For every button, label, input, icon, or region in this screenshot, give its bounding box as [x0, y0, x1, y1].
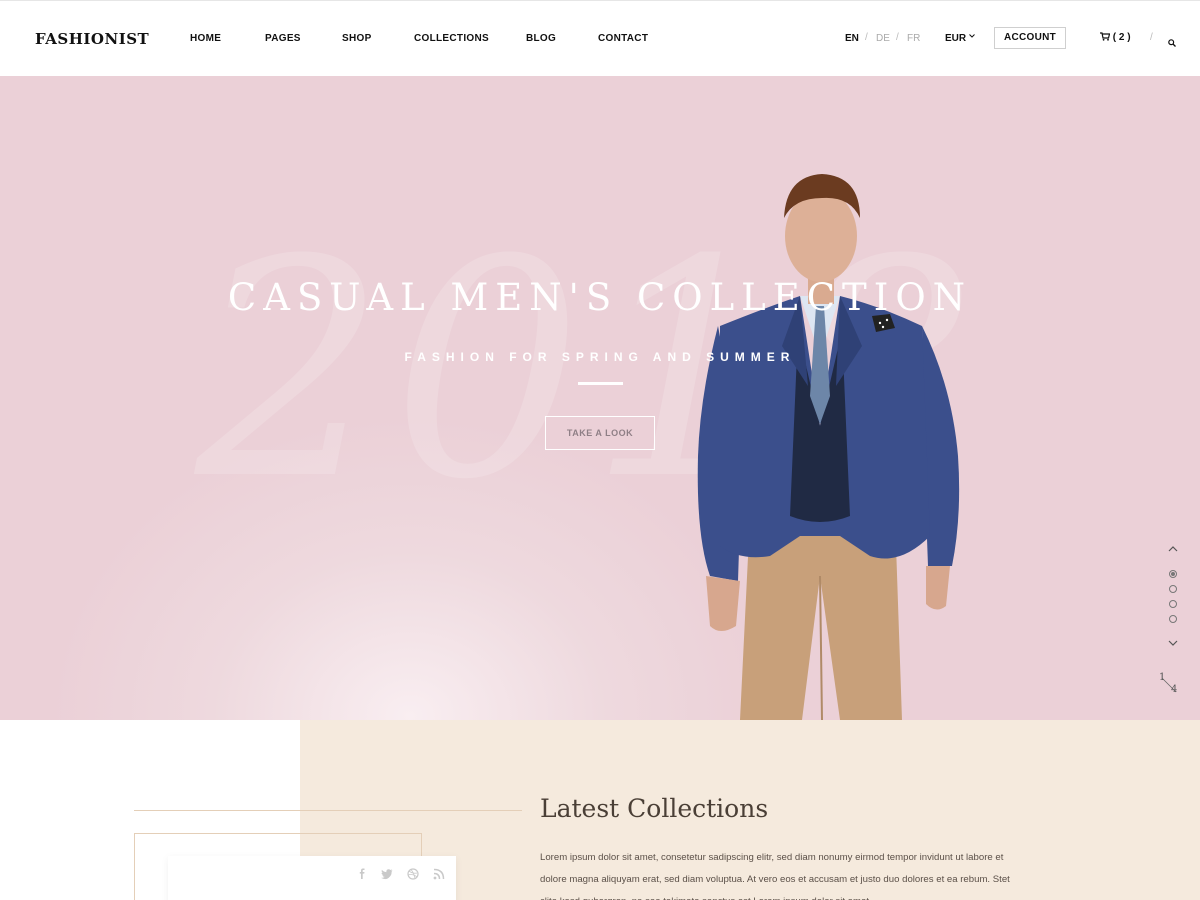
- chevron-down-icon: [969, 34, 975, 38]
- hero-subtitle: FASHION FOR SPRING AND SUMMER: [404, 350, 796, 364]
- slide-dot-2[interactable]: [1169, 585, 1177, 593]
- hero-title: CASUAL MEN'S COLLECTION: [227, 276, 973, 319]
- account-button[interactable]: ACCOUNT: [994, 27, 1066, 49]
- hero-divider: [578, 382, 623, 385]
- search-icon: [1168, 39, 1176, 47]
- take-a-look-button[interactable]: TAKE A LOOK: [545, 416, 655, 450]
- nav-contact[interactable]: CONTACT: [598, 33, 648, 44]
- latest-collections-section: Latest Collections Lorem ipsum dolor sit…: [0, 720, 1200, 900]
- section-divider-line: [134, 810, 522, 811]
- lang-de[interactable]: DE: [876, 33, 890, 44]
- slide-total: 4: [1171, 684, 1178, 695]
- nav-collections[interactable]: COLLECTIONS: [414, 33, 489, 44]
- logo[interactable]: FASHIONIST: [35, 30, 149, 48]
- hero-slider: 2018 CASUAL MEN'S COLLECTION FASHION FOR…: [0, 76, 1200, 720]
- slide-dot-4[interactable]: [1169, 615, 1177, 623]
- dribbble-icon[interactable]: [407, 868, 419, 880]
- lang-en[interactable]: EN: [845, 33, 859, 44]
- search-button[interactable]: [1168, 34, 1176, 52]
- search-separator: /: [1150, 32, 1153, 43]
- lang-separator: /: [865, 32, 868, 43]
- cart-count: ( 2 ): [1112, 32, 1131, 43]
- cart-icon: [1100, 32, 1111, 41]
- facebook-icon[interactable]: [356, 868, 368, 880]
- chevron-down-icon[interactable]: [1168, 640, 1178, 647]
- nav-blog[interactable]: BLOG: [526, 33, 556, 44]
- site-header: FASHIONIST HOME PAGES SHOP COLLECTIONS B…: [0, 0, 1200, 76]
- section-description: Lorem ipsum dolor sit amet, consetetur s…: [540, 852, 1010, 900]
- twitter-icon[interactable]: [381, 868, 393, 880]
- slide-dot-3[interactable]: [1169, 600, 1177, 608]
- nav-pages[interactable]: PAGES: [265, 33, 301, 44]
- section-title: Latest Collections: [540, 794, 769, 823]
- nav-home[interactable]: HOME: [190, 33, 221, 44]
- currency-select[interactable]: EUR: [945, 33, 975, 44]
- cart-button[interactable]: ( 2 ): [1100, 32, 1131, 43]
- chevron-up-icon[interactable]: [1168, 545, 1178, 552]
- slide-dot-1[interactable]: [1169, 570, 1177, 578]
- lang-separator: /: [896, 32, 899, 43]
- rss-icon[interactable]: [433, 868, 445, 880]
- lang-fr[interactable]: FR: [907, 33, 920, 44]
- currency-label: EUR: [945, 33, 967, 44]
- nav-shop[interactable]: SHOP: [342, 33, 372, 44]
- model-image: [697, 174, 960, 720]
